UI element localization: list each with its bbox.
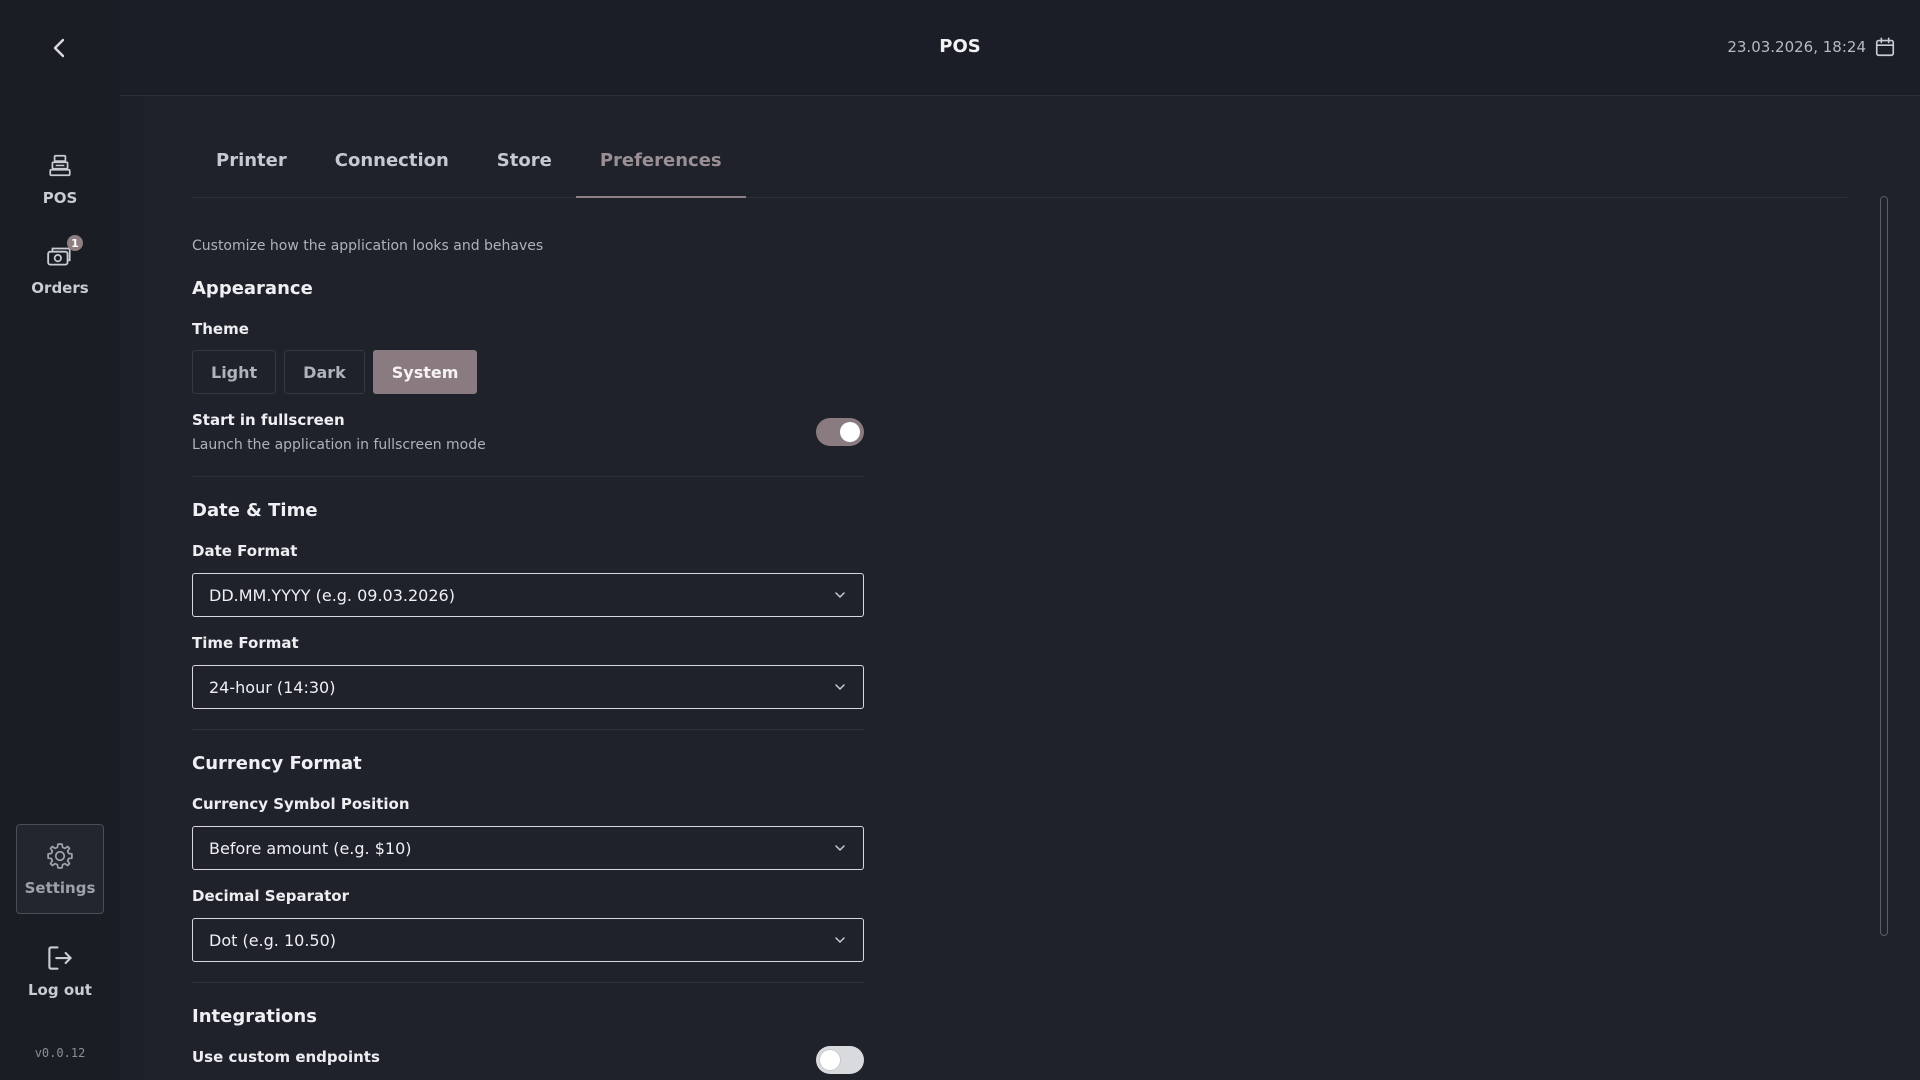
datetime-display[interactable]: 23.03.2026, 18:24	[1727, 36, 1896, 58]
tab-printer[interactable]: Printer	[192, 136, 311, 198]
sidebar: POS 1 Orders Settings Log out v0.0.12	[0, 96, 120, 1080]
sidebar-item-label: POS	[42, 189, 78, 207]
section-title-appearance: Appearance	[192, 278, 313, 299]
fullscreen-setting: Start in fullscreen Launch the applicati…	[192, 411, 486, 453]
chevron-down-icon	[835, 684, 845, 691]
section-title-currency-format: Currency Format	[192, 753, 362, 774]
chevron-down-icon	[835, 845, 845, 852]
time-format-value: 24-hour (14:30)	[209, 677, 336, 697]
date-format-label: Date Format	[192, 542, 298, 560]
custom-endpoints-toggle[interactable]	[816, 1046, 864, 1074]
section-title-date-time: Date & Time	[192, 500, 318, 521]
decimal-separator-label: Decimal Separator	[192, 887, 350, 905]
currency-symbol-position-select[interactable]: Before amount (e.g. $10)	[192, 826, 864, 870]
app-version: v0.0.12	[34, 1046, 86, 1060]
chevron-down-icon	[835, 592, 845, 599]
theme-option-system[interactable]: System	[372, 350, 478, 394]
sidebar-item-label: Orders	[31, 279, 89, 297]
gear-icon	[47, 843, 73, 869]
fullscreen-title: Start in fullscreen	[192, 411, 345, 429]
custom-endpoints-label: Use custom endpoints	[192, 1048, 380, 1066]
date-format-select[interactable]: DD.MM.YYYY (e.g. 09.03.2026)	[192, 573, 864, 617]
cash-register-icon	[49, 154, 71, 177]
orders-badge: 1	[67, 235, 83, 251]
fullscreen-description: Launch the application in fullscreen mod…	[192, 437, 486, 453]
toggle-knob	[820, 1050, 840, 1070]
fullscreen-toggle[interactable]	[816, 418, 864, 446]
time-format-select[interactable]: 24-hour (14:30)	[192, 665, 864, 709]
sidebar-item-label: Log out	[28, 981, 92, 999]
main-content: Printer Connection Store Preferences Cus…	[144, 96, 1896, 1080]
tab-store[interactable]: Store	[473, 136, 576, 198]
toggle-knob	[840, 422, 860, 442]
chevron-down-icon	[835, 937, 845, 944]
divider	[192, 982, 864, 983]
tab-preferences[interactable]: Preferences	[575, 136, 746, 198]
time-format-label: Time Format	[192, 634, 299, 652]
decimal-separator-select[interactable]: Dot (e.g. 10.50)	[192, 918, 864, 962]
divider	[192, 476, 864, 477]
decimal-separator-value: Dot (e.g. 10.50)	[209, 930, 337, 950]
theme-selector: Light Dark System	[192, 350, 478, 394]
currency-symbol-position-label: Currency Symbol Position	[192, 795, 410, 813]
logout-button[interactable]: Log out	[16, 926, 104, 1016]
logout-icon	[48, 946, 72, 970]
preferences-subtitle: Customize how the application looks and …	[192, 238, 544, 254]
calendar-icon	[1875, 37, 1895, 57]
top-bar: POS 23.03.2026, 18:24	[0, 0, 1920, 96]
sidebar-item-label: Settings	[24, 879, 96, 897]
theme-option-dark[interactable]: Dark	[284, 350, 365, 394]
datetime-text: 23.03.2026, 18:24	[1727, 38, 1866, 56]
currency-symbol-position-value: Before amount (e.g. $10)	[209, 838, 412, 858]
section-title-integrations: Integrations	[192, 1006, 317, 1027]
divider	[192, 729, 864, 730]
page-title: POS	[939, 36, 981, 57]
tab-connection[interactable]: Connection	[311, 136, 473, 198]
scrollbar[interactable]	[1880, 196, 1888, 936]
sidebar-gutter	[120, 96, 144, 1080]
theme-label: Theme	[192, 320, 249, 338]
sidebar-item-settings[interactable]: Settings	[16, 824, 104, 914]
date-format-value: DD.MM.YYYY (e.g. 09.03.2026)	[209, 585, 455, 605]
sidebar-item-pos[interactable]: POS	[16, 134, 104, 224]
theme-option-light[interactable]: Light	[192, 350, 277, 394]
sidebar-item-orders[interactable]: 1 Orders	[16, 224, 104, 314]
settings-tabs: Printer Connection Store Preferences	[192, 136, 1847, 198]
